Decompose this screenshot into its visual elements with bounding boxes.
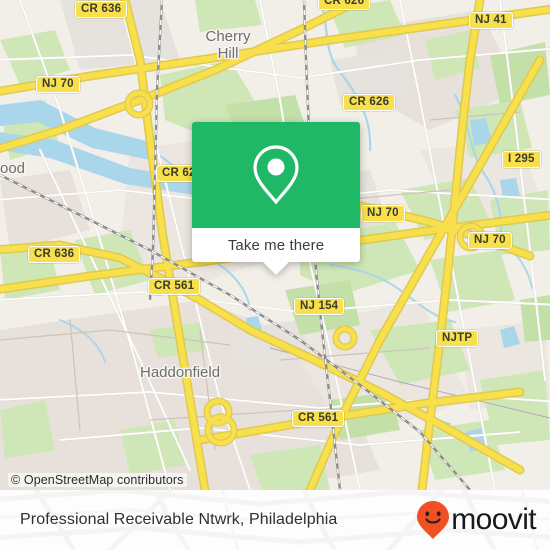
destination-popup-card[interactable]: Take me there: [192, 122, 360, 275]
road-shield-cr636-north[interactable]: CR 636: [75, 1, 128, 18]
road-shield-cr561-west[interactable]: CR 561: [148, 278, 201, 295]
moovit-wordmark: moovit: [451, 503, 536, 536]
footer-bar: Professional Receivable Ntwrk, Philadelp…: [0, 490, 550, 550]
road-shield-i295[interactable]: I 295: [502, 151, 541, 168]
location-pin-icon: [253, 145, 299, 205]
road-shield-cr626[interactable]: CR 626: [343, 94, 396, 111]
take-me-there-label: Take me there: [227, 236, 325, 254]
footer-content-row: Professional Receivable Ntwrk, Philadelp…: [0, 490, 550, 550]
road-shield-njtp[interactable]: NJTP: [436, 330, 479, 347]
popup-header: [192, 122, 360, 228]
place-title: Professional Receivable Ntwrk, Philadelp…: [20, 511, 338, 528]
map-attribution[interactable]: © OpenStreetMap contributors: [8, 473, 187, 487]
popup-action-row[interactable]: Take me there: [192, 228, 360, 262]
road-shield-nj41[interactable]: NJ 41: [469, 12, 513, 29]
moovit-brand[interactable]: moovit: [416, 500, 537, 540]
moovit-map-screenshot: .park{fill:#cfe7b6} .parkdk{fill:#c3e0a9…: [0, 0, 550, 550]
road-shield-cr626-top[interactable]: CR 626: [318, 0, 371, 10]
road-shield-nj70-mid[interactable]: NJ 70: [361, 205, 405, 222]
road-shield-nj70-west[interactable]: NJ 70: [36, 76, 80, 93]
road-shield-cr561[interactable]: CR 561: [292, 410, 345, 427]
road-shield-nj70-east[interactable]: NJ 70: [468, 232, 512, 249]
popup-pointer-tail: [263, 262, 289, 275]
moovit-smiley-pin-icon: [417, 501, 450, 539]
road-shield-nj154[interactable]: NJ 154: [294, 298, 345, 315]
map-canvas[interactable]: .park{fill:#cfe7b6} .parkdk{fill:#c3e0a9…: [0, 0, 550, 490]
road-shield-cr636[interactable]: CR 636: [28, 246, 81, 263]
